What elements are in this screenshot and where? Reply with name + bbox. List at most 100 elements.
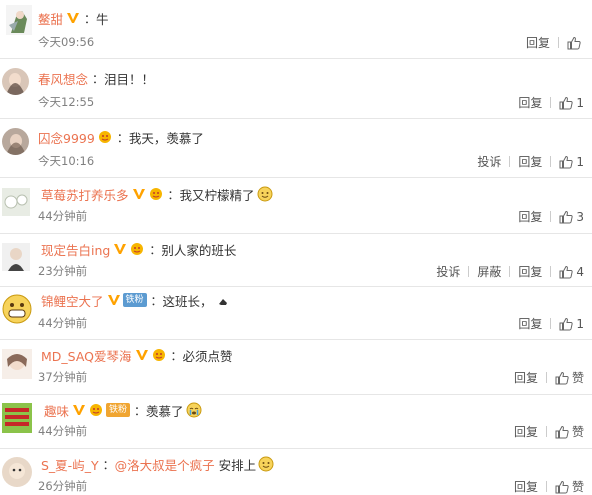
report-button[interactable]: 投诉 [477,153,501,170]
timestamp: 23分钟前 [38,264,88,278]
comment-item: 草莓苏打养乐多 ： 我又柠檬精了 44分钟前 回复 3 [0,179,592,234]
avatar[interactable] [2,457,32,487]
comment-text: 我又柠檬精了 [179,187,255,203]
timestamp: 今天10:16 [38,154,95,168]
like-count: 1 [576,154,584,169]
comment-actions: 回复 1 [518,315,584,332]
smile-emoji [257,186,273,202]
mention-link[interactable]: @洛大叔是个疯子 [115,455,215,474]
vip-badge [151,348,167,362]
v-badge [135,348,149,362]
hand-emoji [215,292,231,308]
report-button[interactable]: 投诉 [436,263,460,280]
timestamp: 今天12:55 [38,95,95,109]
username[interactable]: S_夏-屿_Y [41,455,99,474]
username[interactable]: MD_SAQ爱琴海 [41,346,132,365]
block-button[interactable]: 屏蔽 [477,263,501,280]
avatar[interactable] [2,188,30,216]
v-badge [72,403,86,417]
timestamp: 44分钟前 [38,209,88,223]
comment-actions: 投诉 回复 1 [477,153,584,170]
vip-badge [88,403,104,417]
reply-button[interactable]: 回复 [526,34,550,51]
comment-text: 安排上 [218,457,257,473]
like-count: 1 [576,316,584,331]
reply-button[interactable]: 回复 [518,94,542,111]
reply-button[interactable]: 回复 [518,315,542,332]
vip-badge [129,242,145,256]
comment-text: 泪目！！ [104,71,155,87]
avatar[interactable] [2,294,32,324]
comment-item: 锦鲤空大了 铁粉 ： 这班长， 44分钟前 回复 1 [0,288,592,340]
like-button[interactable]: 3 [559,210,584,224]
comment-item: 趣味 铁粉 ： 羡慕了 44分钟前 回复 赞 [0,396,592,449]
comment-actions: 回复 赞 [514,423,584,440]
comment-actions: 回复 3 [518,208,584,225]
username[interactable]: 锦鲤空大了 [41,291,104,310]
timestamp: 26分钟前 [38,479,88,493]
username[interactable]: 囚念9999 [38,128,95,147]
like-button[interactable]: 赞 [555,478,584,495]
timestamp: 44分钟前 [38,424,88,438]
fan-badge: 铁粉 [106,403,131,417]
fan-badge: 铁粉 [122,293,147,307]
reply-button[interactable]: 回复 [518,263,542,280]
like-button[interactable]: 4 [559,265,584,279]
comment-actions: 回复 1 [518,94,584,111]
comment-text: 牛 [96,11,109,27]
thumbs-up-icon [559,155,574,168]
comment-actions: 回复 [526,34,584,51]
comment-list: 鳌甜 ： 牛 今天09:56 回复 春风想念 ： 泪目！！ 今天12:55 回复 [0,0,592,495]
avatar[interactable] [2,128,29,155]
reply-button[interactable]: 回复 [518,153,542,170]
timestamp: 37分钟前 [38,370,88,384]
like-count: 赞 [571,425,584,439]
like-count: 赞 [571,371,584,385]
thumbs-up-icon [559,210,574,223]
thumbs-up-icon [555,371,569,384]
comment-actions: 投诉 屏蔽 回复 4 [436,263,584,280]
like-count: 赞 [571,480,584,494]
thumbs-up-icon [559,317,574,330]
username[interactable]: 趣味 [44,401,69,420]
like-button[interactable]: 1 [559,155,584,169]
cry-emoji [186,402,202,418]
comment-text: 我天，羡慕了 [128,130,204,146]
comment-text: 别人家的班长 [161,242,237,258]
reply-button[interactable]: 回复 [518,208,542,225]
username[interactable]: 草莓苏打养乐多 [41,185,129,204]
like-button[interactable]: 1 [559,96,584,110]
comment-actions: 回复 赞 [514,369,584,386]
like-button[interactable]: 赞 [555,369,584,386]
v-badge [66,11,80,25]
comment-item: 春风想念 ： 泪目！！ 今天12:55 回复 1 [0,60,592,119]
like-button[interactable]: 赞 [555,423,584,440]
reply-button[interactable]: 回复 [514,478,538,495]
avatar[interactable] [2,403,32,433]
avatar[interactable] [2,243,30,271]
vip-badge [148,187,164,201]
avatar[interactable] [6,5,32,35]
avatar[interactable] [2,68,29,95]
smile-emoji [258,456,274,472]
thumbs-up-icon [567,36,581,49]
thumbs-up-icon [559,96,574,109]
comment-item: S_夏-屿_Y ： @洛大叔是个疯子 安排上 26分钟前 回复 赞 [0,450,592,495]
thumbs-up-icon [555,480,569,493]
v-badge [132,187,146,201]
like-count: 3 [576,209,584,224]
avatar[interactable] [2,349,32,379]
comment-text: 羡慕了 [146,403,184,419]
comment-item: 鳌甜 ： 牛 今天09:56 回复 [0,0,592,59]
v-badge [107,293,121,307]
username[interactable]: 现定告白ing [41,240,110,259]
like-count: 1 [576,95,584,110]
comment-actions: 回复 赞 [514,478,584,495]
like-button[interactable] [567,36,584,50]
reply-button[interactable]: 回复 [514,423,538,440]
username[interactable]: 鳌甜 [38,9,63,28]
reply-button[interactable]: 回复 [514,369,538,386]
username[interactable]: 春风想念 [38,69,88,88]
comment-item: MD_SAQ爱琴海 ： 必须点赞 37分钟前 回复 赞 [0,341,592,395]
like-button[interactable]: 1 [559,317,584,331]
